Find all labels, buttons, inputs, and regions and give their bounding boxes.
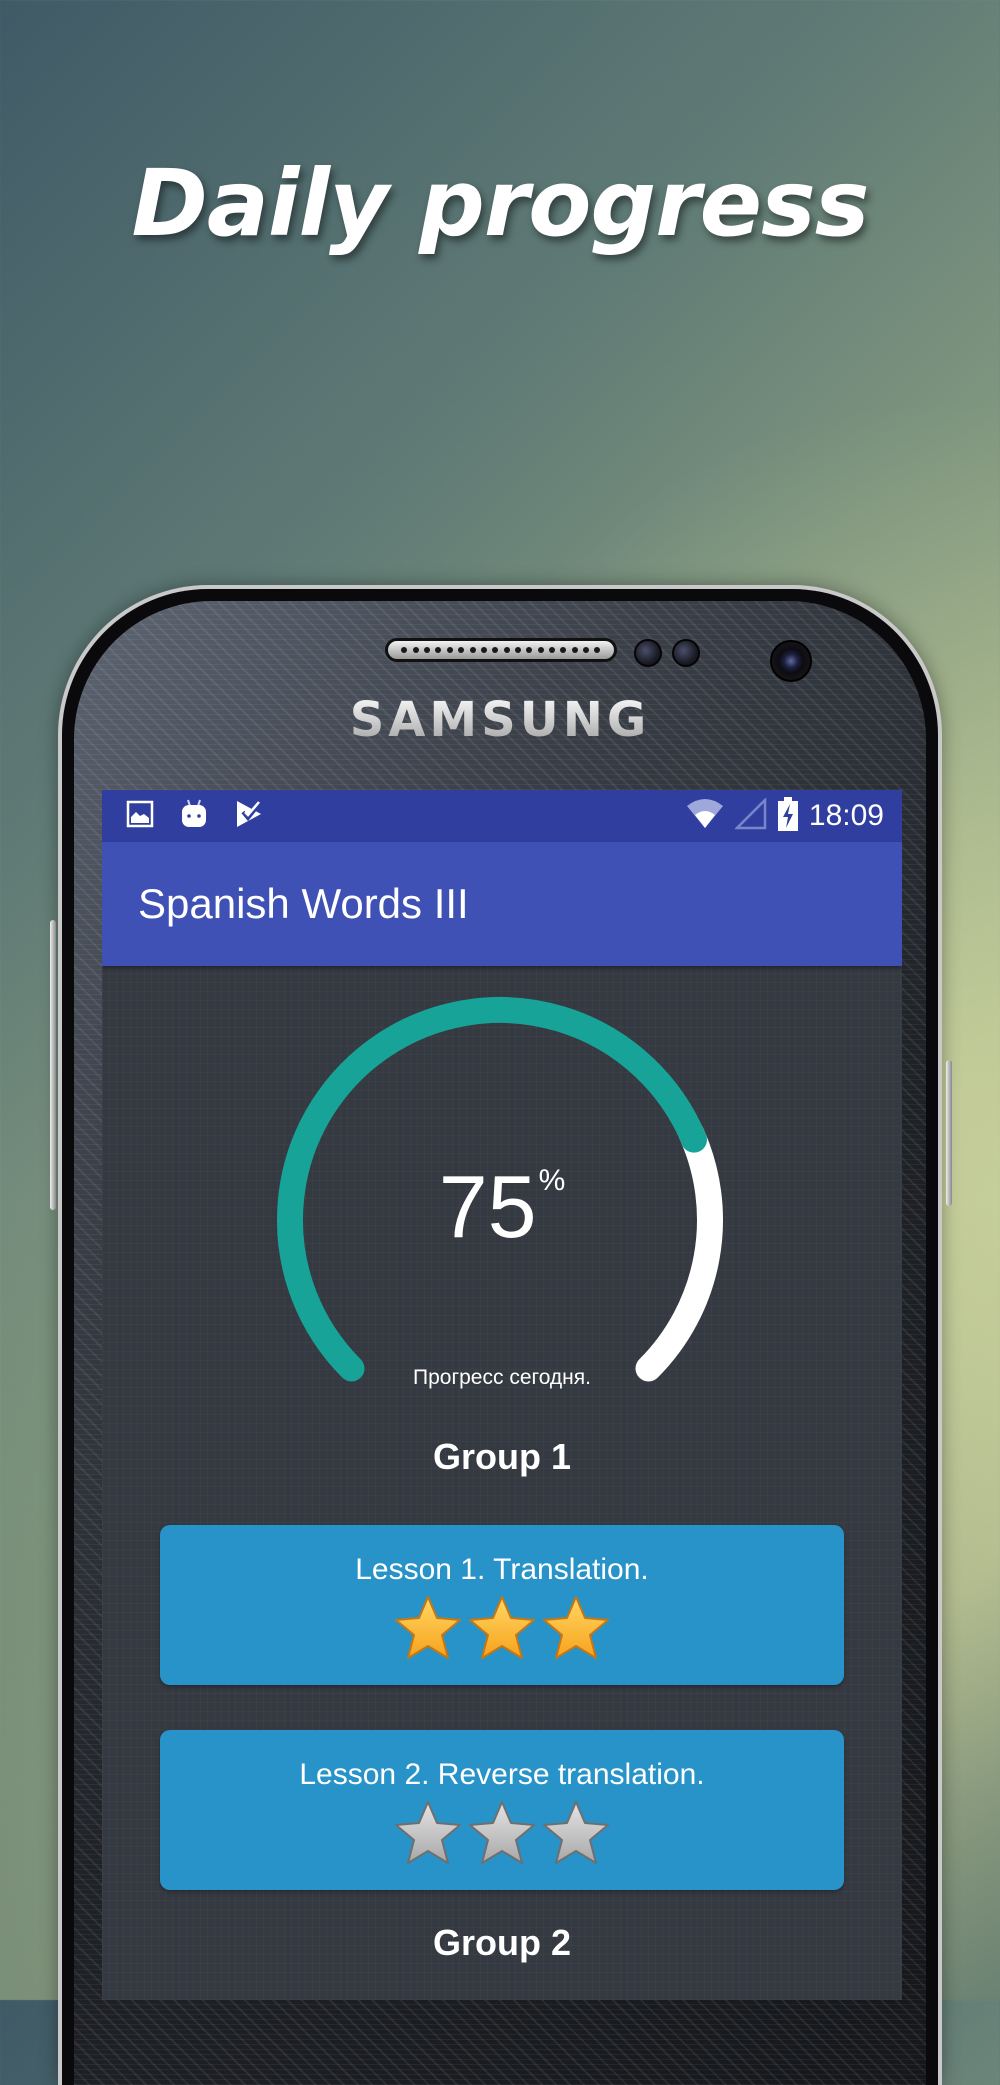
status-bar: 18:09 <box>102 790 902 842</box>
star-filled-icon <box>393 1593 463 1668</box>
device-brand-logo: SAMSUNG <box>0 692 1000 748</box>
app-bar: Spanish Words III <box>102 842 902 966</box>
lesson-rating <box>160 1593 844 1668</box>
image-notification-icon <box>126 800 154 833</box>
front-camera <box>770 640 812 682</box>
lesson-rating <box>160 1798 844 1873</box>
star-empty-icon <box>541 1798 611 1873</box>
gauge-value: 75% <box>102 1156 902 1258</box>
lesson-card-1[interactable]: Lesson 1. Translation. <box>160 1525 844 1685</box>
light-sensor <box>672 639 700 667</box>
star-empty-icon <box>467 1798 537 1873</box>
play-store-check-icon <box>234 799 264 834</box>
phone-side-button-right <box>946 1060 952 1206</box>
proximity-sensor <box>634 639 662 667</box>
star-empty-icon <box>393 1798 463 1873</box>
app-title: Spanish Words III <box>138 880 469 927</box>
daily-progress-gauge: 75% Прогресс сегодня. <box>102 966 902 1406</box>
star-filled-icon <box>467 1593 537 1668</box>
gauge-caption: Прогресс сегодня. <box>413 1366 591 1389</box>
lesson-card-2[interactable]: Lesson 2. Reverse translation. <box>160 1730 844 1890</box>
lesson-label: Lesson 2. Reverse translation. <box>299 1758 705 1791</box>
promo-headline: Daily progress <box>131 150 869 257</box>
lesson-label: Lesson 1. Translation. <box>355 1553 649 1586</box>
android-debug-icon <box>180 799 208 834</box>
wifi-icon <box>685 798 725 835</box>
phone-screen: 18:09 Spanish Words III 75% Прогресс сег… <box>102 790 902 2000</box>
earpiece-speaker <box>385 638 617 662</box>
phone-side-button-left <box>50 920 56 1210</box>
gauge-value-number: 75 <box>438 1157 537 1256</box>
group-title: Group 2 <box>432 1922 571 1963</box>
cell-signal-icon <box>733 796 767 835</box>
star-filled-icon <box>541 1593 611 1668</box>
battery-charging-icon <box>777 796 799 836</box>
group-title: Group 1 <box>432 1436 571 1477</box>
status-time: 18:09 <box>808 799 884 832</box>
gauge-value-unit: % <box>538 1164 566 1197</box>
